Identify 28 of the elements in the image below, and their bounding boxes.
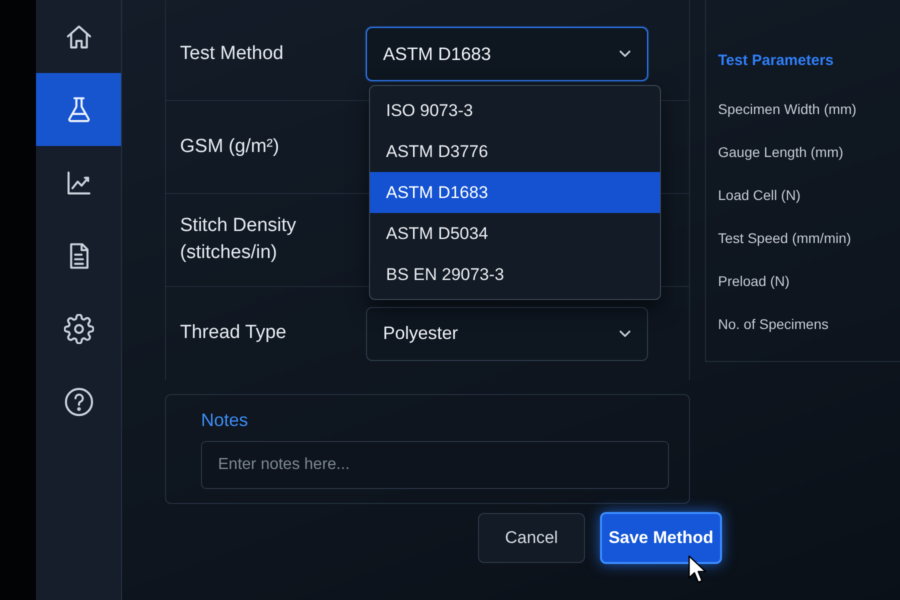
field-label: Stitch Density (stitches/in) xyxy=(180,214,298,265)
parameter-label: Specimen Width (mm) xyxy=(718,100,858,119)
field-label: Thread Type xyxy=(180,321,288,346)
parameter-label: Test Speed (mm/min) xyxy=(718,228,852,248)
field-label: Test Method xyxy=(180,42,284,66)
nav-button[interactable] xyxy=(36,73,121,146)
dropdown-option[interactable]: ASTM D5034 xyxy=(370,213,660,254)
dropdown-option[interactable]: ISO 9073-3 xyxy=(370,90,660,131)
chevron-down-icon xyxy=(619,330,631,338)
cancel-button[interactable]: Cancel xyxy=(478,513,585,563)
dropdown-option[interactable]: ASTM D3776 xyxy=(370,131,660,172)
chevron-down-icon xyxy=(619,50,631,58)
help-icon xyxy=(64,386,94,416)
parameter-label: Preload (N) xyxy=(718,272,791,291)
dropdown-option[interactable]: ASTM D1683 xyxy=(370,172,660,213)
dropdown-field[interactable]: ASTM D1683 xyxy=(366,27,648,81)
notes-label: Notes xyxy=(201,409,250,431)
parameter-label: Gauge Length (mm) xyxy=(718,142,844,162)
parameter-label: Load Cell (N) xyxy=(718,186,802,205)
dropdown-field[interactable]: Polyester xyxy=(366,306,648,360)
parameter-label: No. of Specimens xyxy=(718,314,830,334)
field-label: GSM (g/m²) xyxy=(180,134,280,159)
notes-field[interactable]: Enter notes here... xyxy=(201,441,669,489)
cursor-icon xyxy=(688,555,708,584)
dropdown-option[interactable]: BS EN 29073-3 xyxy=(370,254,660,295)
settings-icon xyxy=(64,314,94,344)
panel-title: Test Parameters xyxy=(718,52,835,69)
save-button[interactable]: Save Method xyxy=(600,512,722,564)
